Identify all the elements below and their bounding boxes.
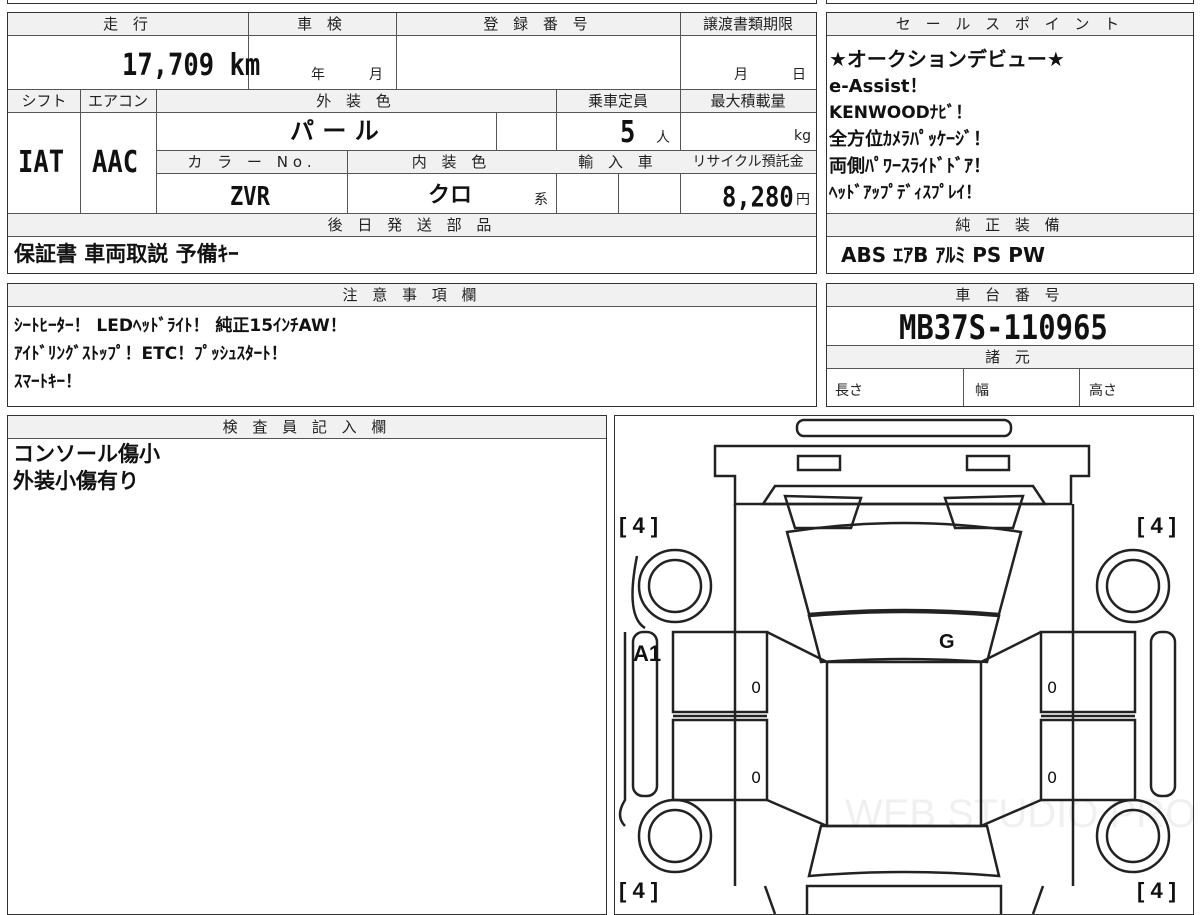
inspector-header: 検 査 員 記 入 欄 [8, 416, 606, 438]
header-interior-color: 内 装 色 [347, 151, 556, 173]
header-aircon: エアコン [80, 90, 156, 112]
interior-suffix: 系 [534, 192, 548, 208]
roof-front [807, 610, 1001, 664]
capacity-unit: 人 [656, 130, 670, 146]
left-rear-door [671, 718, 769, 802]
inspector-line-1: コンソール傷小 [13, 442, 160, 466]
mileage-value: 17,709 km [122, 48, 261, 83]
load-unit: kg [794, 128, 811, 144]
shaken-year: 年 [311, 67, 325, 83]
windshield [785, 521, 1023, 616]
door-mark-left-1: 0 [751, 678, 762, 697]
watermark: WEB STUDIO PRO [845, 792, 1197, 836]
front-grille [760, 484, 1048, 506]
recycle-value: 8,280 [722, 180, 794, 213]
notes-line-3: ｽﾏｰﾄｷｰ！ [14, 372, 82, 392]
notes-header: 注 意 事 項 欄 [8, 284, 816, 306]
chassis-number: MB37S-110965 [899, 308, 1108, 348]
sales-point-line-3: KENWOODﾅﾋﾞ！ [829, 103, 973, 123]
header-shift: シフト [8, 90, 80, 112]
header-registration: 登 録 番 号 [396, 13, 680, 35]
tire-tread-rear-right: [ 4 ] [1137, 878, 1177, 903]
spec-height: 高さ [1089, 383, 1117, 399]
chassis-box: 車 台 番 号 MB37S-110965 諸 元 長さ 幅 高さ [826, 283, 1194, 407]
tire-tread-front-right: [ 4 ] [1137, 513, 1177, 538]
header-transfer-deadline: 譲渡書類期限 [680, 13, 816, 35]
damage-mark-a1: A1 [633, 641, 662, 666]
damage-mark-g: G [939, 631, 955, 653]
notes-box: 注 意 事 項 欄 ｼｰﾄﾋｰﾀｰ！ LEDﾍｯﾄﾞﾗｲﾄ！ 純正15ｲﾝﾁAW… [7, 283, 817, 407]
door-mark-right-1: 0 [1047, 678, 1058, 697]
header-later-parts: 後 日 発 送 部 品 [8, 214, 816, 236]
door-mark-left-2: 0 [751, 768, 762, 787]
transfer-day: 日 [792, 67, 806, 83]
front-light-right [965, 454, 1011, 472]
inspector-line-2: 外装小傷有り [13, 469, 139, 493]
recycle-unit: 円 [796, 192, 810, 208]
inspector-box: 検 査 員 記 入 欄 コンソール傷小 外装小傷有り [7, 415, 607, 915]
header-max-load: 最大積載量 [680, 90, 816, 112]
top-stub-right [826, 0, 1194, 4]
header-capacity: 乗車定員 [556, 90, 680, 112]
sales-point-box: セ ー ル ス ポ イ ン ト ★オークションデビュー★ e-Assist！ K… [826, 12, 1194, 274]
sales-point-header: セ ー ル ス ポ イ ン ト [827, 13, 1193, 35]
vehicle-info-table: 走 行 車 検 登 録 番 号 譲渡書類期限 17,709 km 年 月 月 日… [7, 12, 817, 274]
hood-panel [713, 444, 1091, 506]
equipment-value: ABS ｴｱB ｱﾙﾐ PS PW [841, 243, 1046, 267]
capacity-value: 5 [620, 115, 636, 150]
aircon-value: AAC [92, 145, 139, 180]
front-bumper [795, 418, 1013, 438]
spec-header: 諸 元 [827, 346, 1193, 368]
notes-line-1: ｼｰﾄﾋｰﾀｰ！ LEDﾍｯﾄﾞﾗｲﾄ！ 純正15ｲﾝﾁAW！ [14, 316, 347, 336]
right-mirror-panel [1149, 630, 1177, 798]
headlight-left [783, 494, 863, 530]
door-mark-right-2: 0 [1047, 768, 1058, 787]
sales-point-line-4: 全方位ｶﾒﾗﾊﾟｯｹｰｼﾞ！ [829, 129, 991, 150]
transfer-month: 月 [734, 67, 748, 83]
car-diagram [618, 418, 1177, 914]
sales-point-line-5: 両側ﾊﾟﾜｰｽﾗｲﾄﾞﾄﾞｱ！ [829, 156, 991, 177]
color-no-value: ZVR [230, 182, 270, 212]
chassis-header: 車 台 番 号 [827, 284, 1193, 306]
exterior-color-value: パ ー ル [290, 117, 379, 145]
header-mileage: 走 行 [8, 13, 248, 35]
header-color-no: カ ラ ー No. [157, 151, 347, 173]
car-diagram-box: [ 4 ] [ 4 ] [ 4 ] [ 4 ] A1 G 0 0 0 0 WEB… [614, 415, 1197, 915]
left-front-door [671, 630, 769, 714]
front-light-left [796, 454, 842, 472]
header-exterior-color: 外 装 色 [156, 90, 556, 112]
top-stub [7, 0, 817, 4]
sales-point-line-1: ★オークションデビュー★ [829, 47, 1065, 71]
spec-length: 長さ [835, 383, 863, 399]
interior-color-value: クロ [428, 183, 473, 208]
notes-line-2: ｱｲﾄﾞﾘﾝｸﾞｽﾄｯﾌﾟ！ETC！ﾌﾟｯｼｭｽﾀｰﾄ！ [14, 344, 288, 364]
rear-bumper [805, 884, 1003, 914]
right-front-door [1039, 630, 1137, 714]
headlight-right [943, 494, 1025, 530]
shift-value: IAT [18, 145, 65, 180]
sales-point-line-2: e-Assist！ [829, 76, 928, 97]
header-recycle: リサイクル預託金 [680, 151, 816, 173]
header-shaken: 車 検 [248, 13, 396, 35]
tire-tread-front-left: [ 4 ] [619, 513, 659, 538]
tire-tread-rear-left: [ 4 ] [619, 878, 659, 903]
sales-point-line-6: ﾍｯﾄﾞｱｯﾌﾟﾃﾞｨｽﾌﾟﾚｲ！ [829, 183, 982, 203]
header-import: 輸 入 車 [556, 151, 680, 173]
later-parts-value: 保証書 車両取説 予備ｷｰ [14, 242, 239, 266]
spec-width: 幅 [975, 383, 989, 399]
shaken-month: 月 [369, 67, 383, 83]
right-rear-door [1039, 718, 1137, 802]
equipment-header: 純 正 装 備 [827, 214, 1193, 236]
